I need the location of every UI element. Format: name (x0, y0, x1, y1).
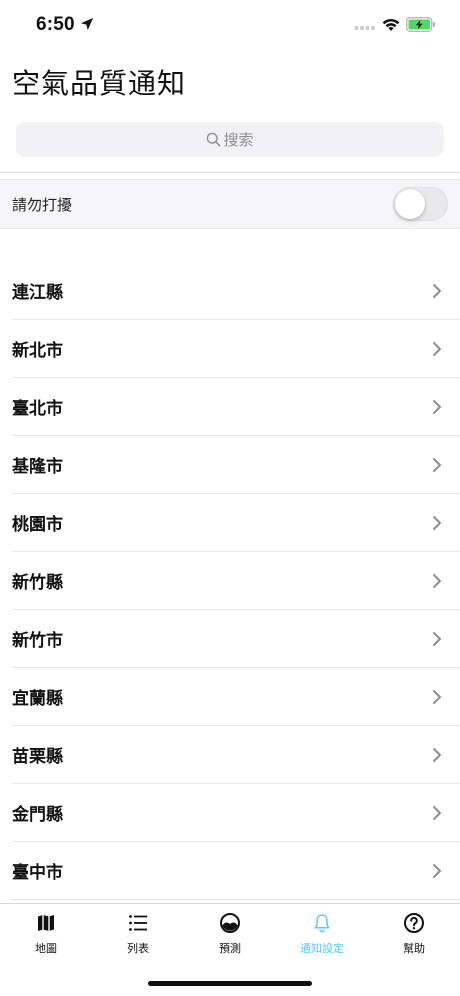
tab-label: 地圖 (35, 942, 57, 955)
tab-forecast[interactable]: 預測 (184, 912, 276, 960)
forecast-icon (220, 913, 240, 933)
chevron-right-icon (433, 515, 441, 530)
tab-label: 預測 (219, 942, 241, 955)
list-item[interactable]: 臺北市 (12, 378, 460, 436)
status-time: 6:50 (36, 14, 75, 35)
chevron-right-icon (433, 573, 441, 588)
chevron-right-icon (433, 399, 441, 414)
county-name: 新北市 (12, 341, 63, 361)
page-title: 空氣品質通知 (12, 67, 187, 100)
county-name: 臺中市 (12, 863, 63, 883)
chevron-right-icon (433, 863, 441, 878)
county-name: 金門縣 (12, 805, 63, 825)
county-name: 臺北市 (12, 399, 63, 419)
chevron-right-icon (433, 689, 441, 704)
county-name: 桃園市 (12, 515, 63, 535)
county-name: 苗栗縣 (12, 747, 63, 767)
tab-label: 幫助 (403, 942, 425, 955)
tab-label: 列表 (127, 942, 149, 955)
app-screen: 6:50 空氣品質通知 搜索 請勿打擾 連江縣 新北市 臺北市 基隆市 桃園市 … (0, 0, 460, 996)
do-not-disturb-row: 請勿打擾 (0, 179, 460, 229)
home-indicator (148, 981, 312, 986)
battery-charging-icon (406, 17, 435, 32)
signal-dots-icon (354, 26, 375, 30)
search-placeholder: 搜索 (223, 131, 254, 149)
county-name: 新竹市 (12, 631, 63, 651)
search-icon (207, 132, 221, 147)
county-name: 基隆市 (12, 457, 63, 477)
list-item[interactable]: 苗栗縣 (12, 726, 460, 784)
list-item[interactable]: 臺中市 (12, 842, 460, 900)
county-list: 連江縣 新北市 臺北市 基隆市 桃園市 新竹縣 新竹市 宜蘭縣 苗栗縣 金門縣 … (0, 262, 460, 900)
list-item[interactable]: 宜蘭縣 (12, 668, 460, 726)
tab-notification-settings[interactable]: 通知設定 (276, 912, 368, 960)
tab-map[interactable]: 地圖 (0, 912, 92, 960)
list-icon (129, 915, 147, 931)
tab-list[interactable]: 列表 (92, 912, 184, 960)
chevron-right-icon (433, 457, 441, 472)
chevron-right-icon (433, 631, 441, 646)
list-item[interactable]: 新竹市 (12, 610, 460, 668)
list-item[interactable]: 新北市 (12, 320, 460, 378)
location-arrow-icon (81, 18, 93, 30)
help-icon (404, 913, 424, 933)
list-item[interactable]: 連江縣 (12, 262, 460, 320)
county-name: 新竹縣 (12, 573, 63, 593)
wifi-icon (382, 18, 400, 31)
map-icon (38, 915, 54, 931)
divider (0, 172, 460, 173)
county-name: 連江縣 (12, 283, 63, 303)
chevron-right-icon (433, 283, 441, 298)
bell-icon (314, 914, 330, 933)
toggle-knob (395, 189, 425, 219)
county-name: 宜蘭縣 (12, 689, 63, 709)
status-bar: 6:50 (0, 0, 460, 50)
do-not-disturb-toggle[interactable] (393, 187, 448, 221)
chevron-right-icon (433, 747, 441, 762)
chevron-right-icon (433, 805, 441, 820)
tab-help[interactable]: 幫助 (368, 912, 460, 960)
list-item[interactable]: 金門縣 (12, 784, 460, 842)
do-not-disturb-label: 請勿打擾 (12, 195, 73, 214)
search-input[interactable]: 搜索 (16, 122, 444, 157)
tab-label: 通知設定 (300, 942, 344, 955)
chevron-right-icon (433, 341, 441, 356)
list-item[interactable]: 新竹縣 (12, 552, 460, 610)
list-item[interactable]: 基隆市 (12, 436, 460, 494)
list-item[interactable]: 桃園市 (12, 494, 460, 552)
